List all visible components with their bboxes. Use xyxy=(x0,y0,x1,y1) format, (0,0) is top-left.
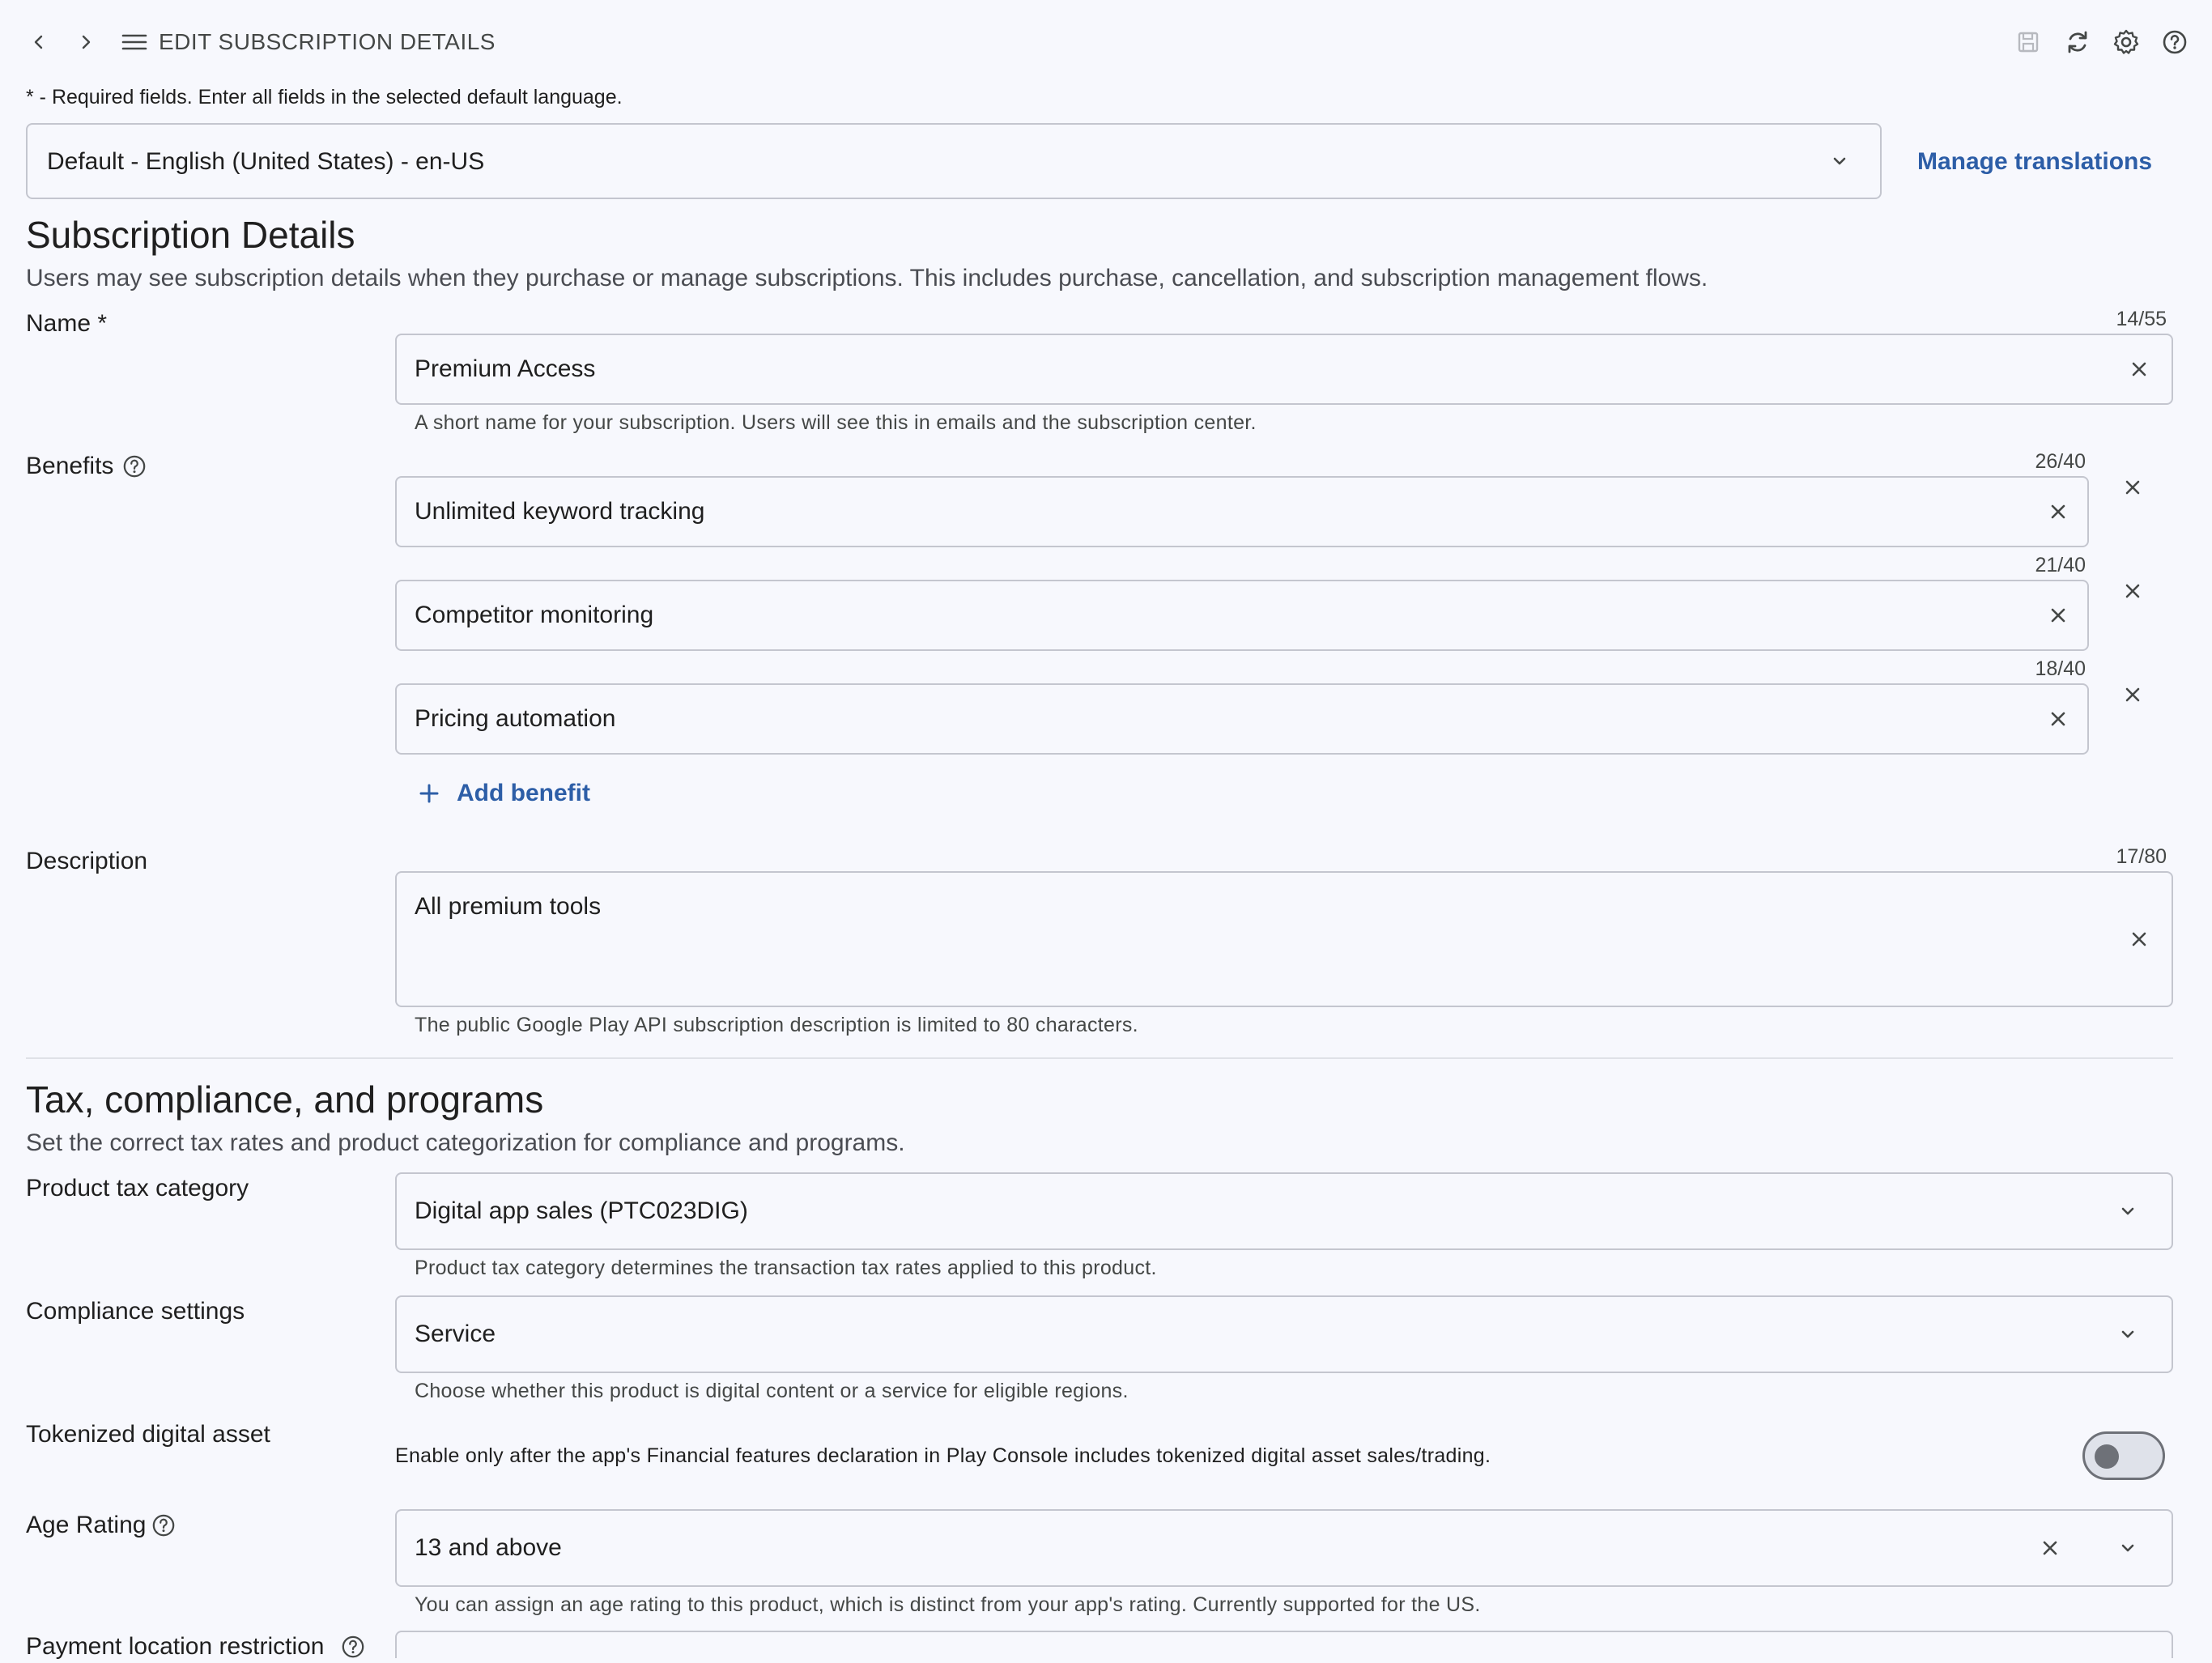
add-benefit-label: Add benefit xyxy=(457,780,590,806)
chevron-down-icon xyxy=(2113,1197,2142,1226)
description-char-counter: 17/80 xyxy=(2116,845,2167,868)
age-rating-value: 13 and above xyxy=(415,1534,562,1561)
plus-icon xyxy=(413,777,445,810)
help-icon[interactable] xyxy=(2157,24,2193,60)
help-icon[interactable] xyxy=(149,1511,178,1540)
toggle-knob xyxy=(2095,1444,2119,1469)
remove-benefit-icon[interactable] xyxy=(2116,575,2149,607)
section-title-tax-compliance: Tax, compliance, and programs xyxy=(26,1078,544,1121)
description-label: Description xyxy=(26,848,148,874)
menu-icon[interactable] xyxy=(118,26,151,58)
product-tax-category-select[interactable]: Digital app sales (PTC023DIG) xyxy=(395,1172,2173,1250)
benefit-char-counter: 18/40 xyxy=(2035,657,2086,680)
benefits-label: Benefits xyxy=(26,453,114,479)
clear-icon[interactable] xyxy=(2042,599,2074,632)
settings-icon[interactable] xyxy=(2108,24,2144,60)
remove-benefit-icon[interactable] xyxy=(2116,678,2149,711)
product-tax-category-value: Digital app sales (PTC023DIG) xyxy=(415,1197,748,1224)
tokenized-digital-asset-toggle[interactable] xyxy=(2082,1431,2165,1480)
compliance-settings-value: Service xyxy=(415,1321,496,1347)
chevron-down-icon xyxy=(1825,147,1854,176)
add-benefit-button[interactable]: Add benefit xyxy=(413,776,590,811)
tokenized-digital-asset-label: Tokenized digital asset xyxy=(26,1421,270,1448)
benefit-input-value: Competitor monitoring xyxy=(415,602,654,628)
page-title: EDIT SUBSCRIPTION DETAILS xyxy=(159,29,496,54)
benefit-char-counter: 21/40 xyxy=(2035,554,2086,576)
required-fields-note: * - Required fields. Enter all fields in… xyxy=(26,86,623,108)
benefit-input[interactable]: Pricing automation xyxy=(395,683,2089,755)
section-title-subscription-details: Subscription Details xyxy=(26,214,355,256)
back-arrow-icon[interactable] xyxy=(23,26,55,58)
help-icon[interactable] xyxy=(120,452,149,481)
default-language-select[interactable]: Default - English (United States) - en-U… xyxy=(26,123,1882,199)
age-rating-select[interactable]: 13 and above xyxy=(395,1509,2173,1587)
payment-location-restriction-label: Payment location restriction xyxy=(26,1633,325,1660)
clear-icon[interactable] xyxy=(2042,703,2074,735)
compliance-settings-label: Compliance settings xyxy=(26,1298,245,1325)
benefit-input-value: Pricing automation xyxy=(415,705,616,732)
refresh-icon[interactable] xyxy=(2060,24,2095,60)
benefit-input-value: Unlimited keyword tracking xyxy=(415,498,705,525)
clear-icon[interactable] xyxy=(2042,495,2074,528)
name-input-value: Premium Access xyxy=(415,355,596,382)
description-textarea-value: All premium tools xyxy=(415,893,602,920)
forward-arrow-icon[interactable] xyxy=(70,26,102,58)
default-language-value: Default - English (United States) - en-U… xyxy=(47,148,485,175)
benefit-input[interactable]: Unlimited keyword tracking xyxy=(395,476,2089,547)
help-icon[interactable] xyxy=(338,1632,368,1661)
clear-icon[interactable] xyxy=(2123,353,2155,385)
section-subtitle-tax-compliance: Set the correct tax rates and product ca… xyxy=(26,1129,905,1156)
chevron-down-icon xyxy=(2113,1320,2142,1349)
name-label: Name * xyxy=(26,310,108,337)
tokenized-digital-asset-text: Enable only after the app's Financial fe… xyxy=(395,1444,1491,1467)
product-tax-category-hint: Product tax category determines the tran… xyxy=(415,1257,1157,1279)
name-char-counter: 14/55 xyxy=(2116,308,2167,330)
description-hint: The public Google Play API subscription … xyxy=(415,1014,1138,1036)
benefit-char-counter: 26/40 xyxy=(2035,450,2086,473)
section-subtitle-subscription-details: Users may see subscription details when … xyxy=(26,265,1708,291)
name-input[interactable]: Premium Access xyxy=(395,334,2173,405)
save-icon[interactable] xyxy=(2012,24,2044,60)
clear-icon[interactable] xyxy=(2123,923,2155,955)
payment-location-restriction-field[interactable] xyxy=(395,1631,2173,1658)
chevron-down-icon xyxy=(2113,1533,2142,1563)
product-tax-category-label: Product tax category xyxy=(26,1175,249,1202)
section-divider xyxy=(26,1057,2173,1059)
description-textarea[interactable]: All premium tools xyxy=(395,871,2173,1007)
name-hint: A short name for your subscription. User… xyxy=(415,411,1257,434)
age-rating-hint: You can assign an age rating to this pro… xyxy=(415,1593,1481,1616)
benefit-input[interactable]: Competitor monitoring xyxy=(395,580,2089,651)
clear-icon[interactable] xyxy=(2034,1532,2066,1564)
remove-benefit-icon[interactable] xyxy=(2116,471,2149,504)
compliance-settings-hint: Choose whether this product is digital c… xyxy=(415,1380,1129,1402)
age-rating-label: Age Rating xyxy=(26,1512,147,1538)
compliance-settings-select[interactable]: Service xyxy=(395,1295,2173,1373)
manage-translations-link[interactable]: Manage translations xyxy=(1917,146,2152,178)
